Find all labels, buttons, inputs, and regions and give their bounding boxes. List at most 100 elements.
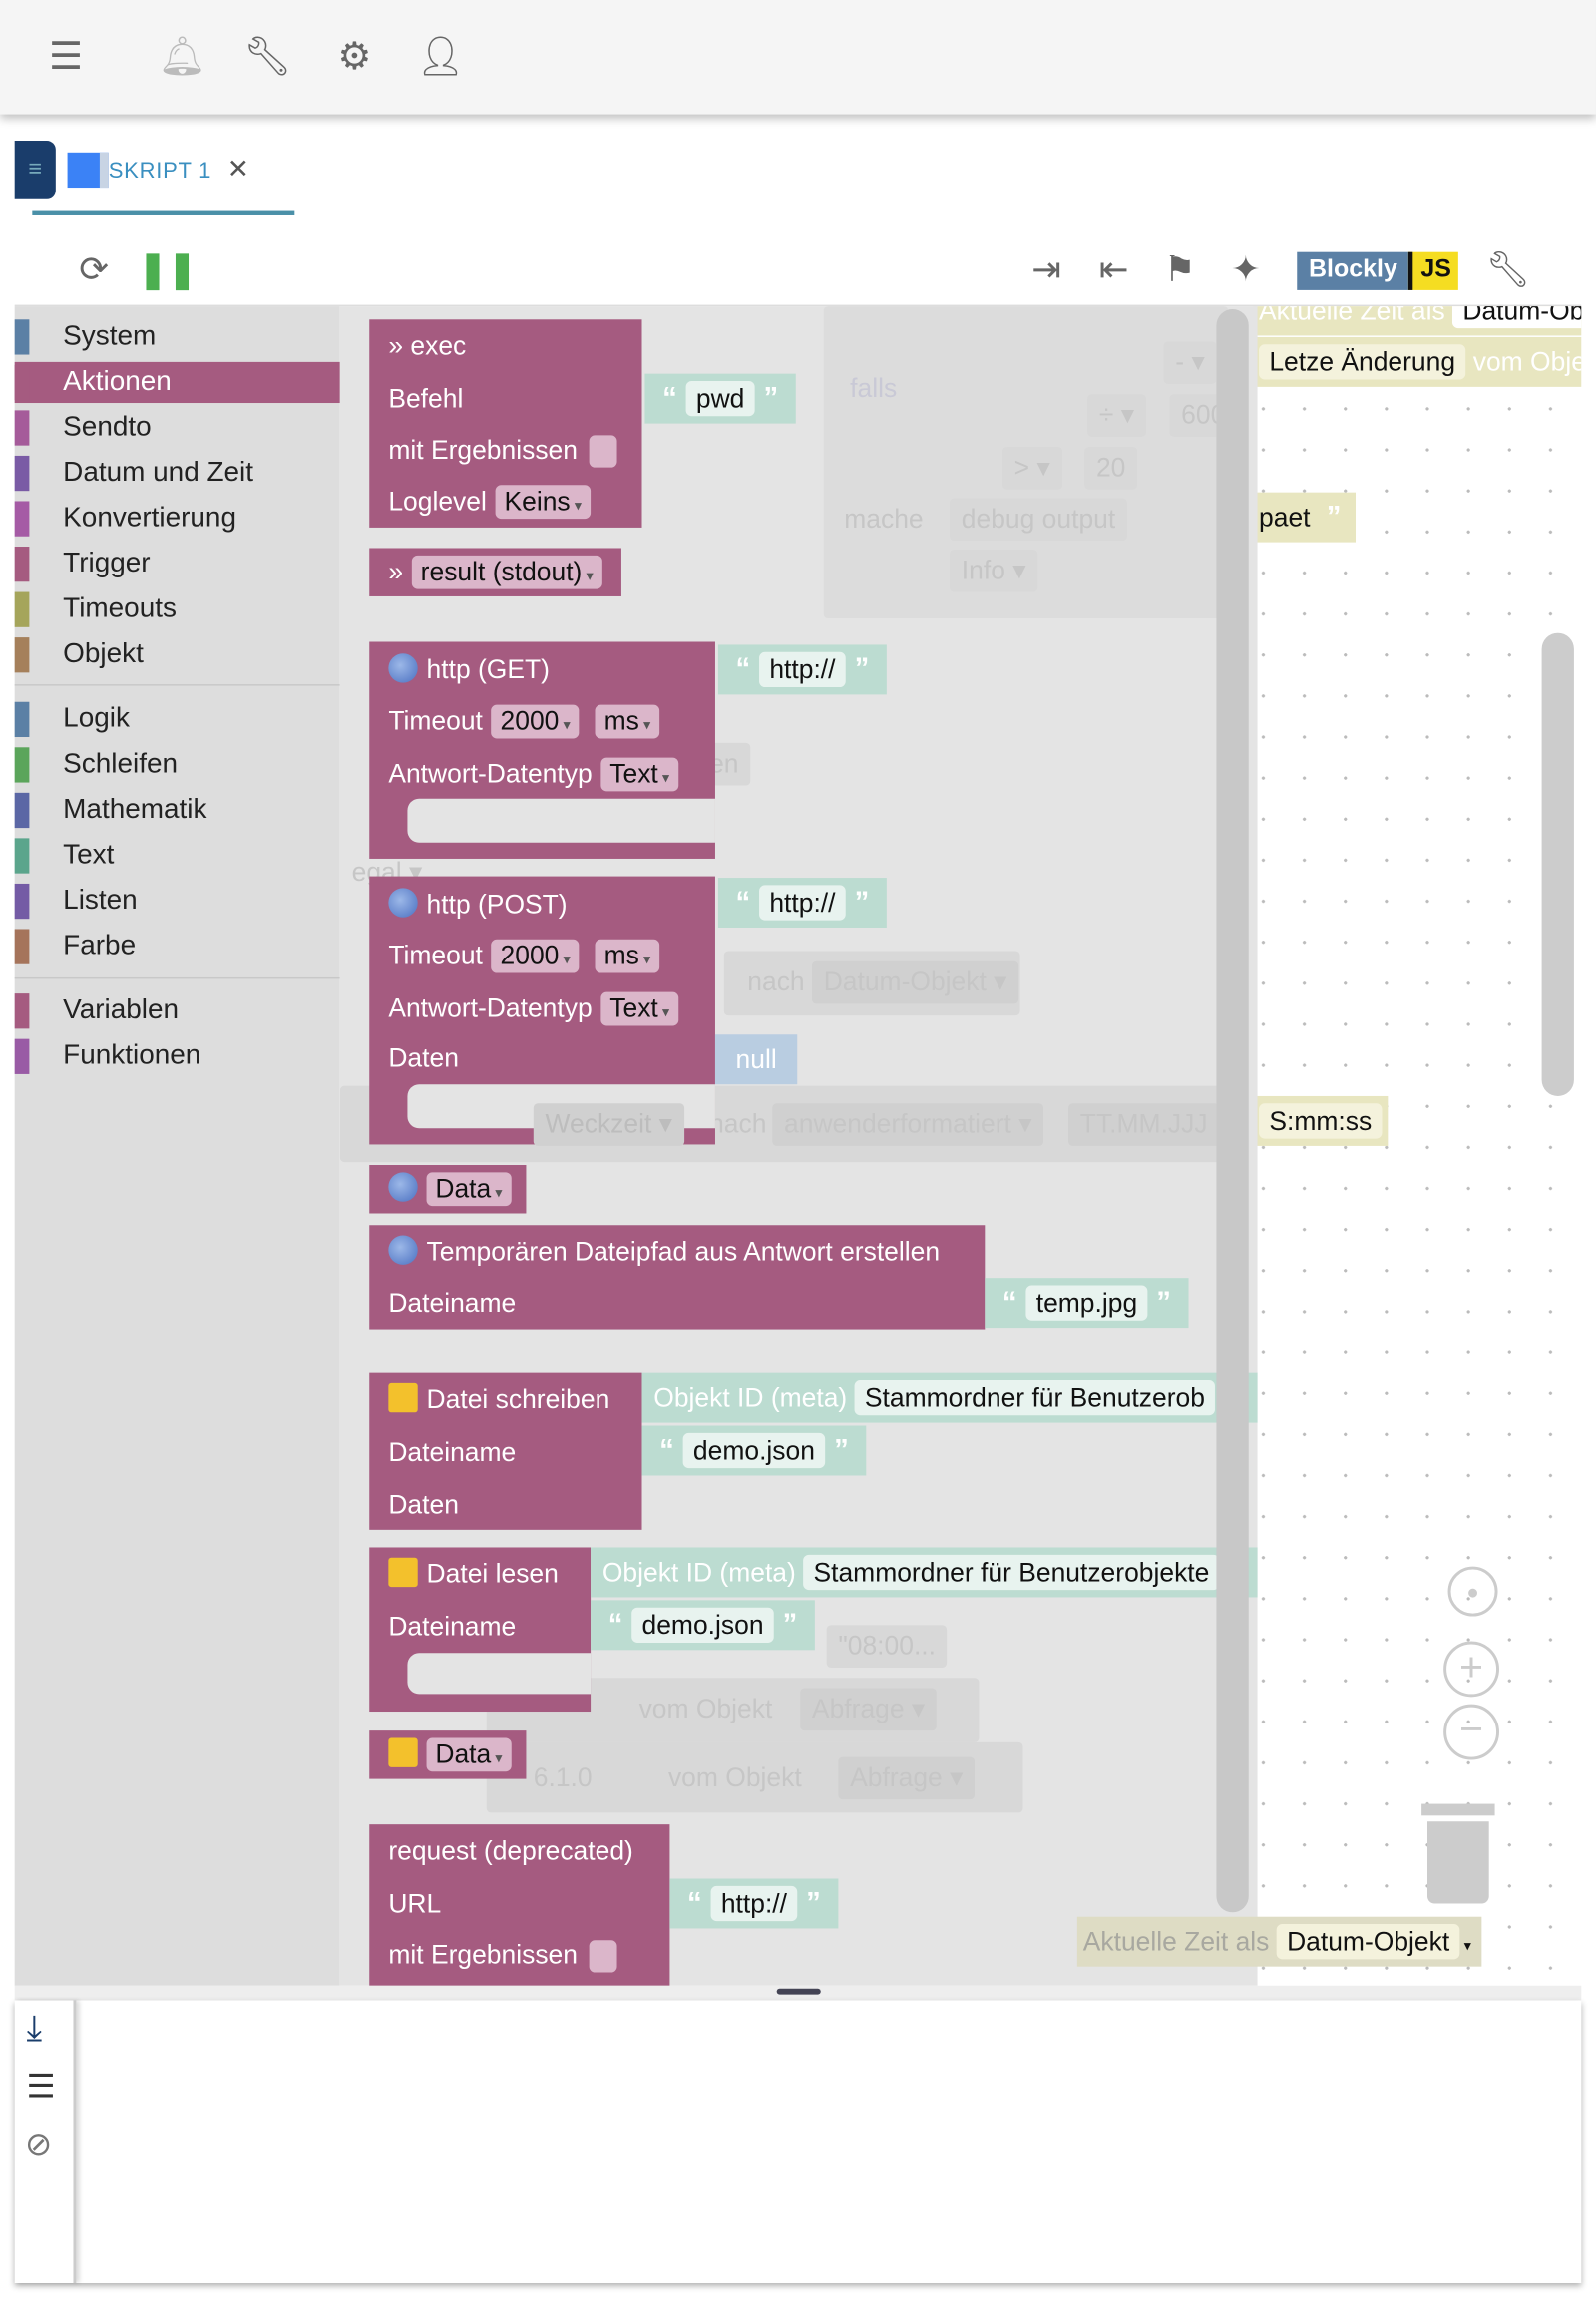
category-datum-und-zeit[interactable]: Datum und Zeit [14,453,340,494]
timeout-label: Timeout [388,941,483,970]
resize-divider[interactable] [14,1985,1582,2001]
text-block-temp[interactable]: “temp.jpg” [985,1278,1189,1329]
zoom-in-icon[interactable]: + [1443,1641,1499,1698]
tab-close-icon[interactable]: ✕ [227,154,249,185]
flag-icon[interactable]: ⚑ [1156,249,1203,293]
type-dropdown[interactable]: Text [600,757,679,792]
write-file-block[interactable]: Datei schreiben Dateiname Daten [369,1372,642,1530]
text-block-pwd[interactable]: “pwd” [644,373,796,424]
category-schleifen[interactable]: Schleifen [14,744,340,785]
export-icon[interactable]: ⇥ [1023,249,1070,293]
category-label: Listen [63,885,138,917]
object-id-block[interactable]: Objekt ID (meta) Stammordner für Benutze… [641,1372,1258,1423]
blockly-js-toggle[interactable]: Blockly JS [1297,251,1459,290]
flyout-scrollbar[interactable] [1216,309,1249,1913]
wrench-icon[interactable]: 🔧︎ [1484,249,1531,293]
category-trigger[interactable]: Trigger [14,544,340,584]
request-block[interactable]: request (deprecated) URL mit Ergebnissen [369,1824,670,1986]
object-id-block[interactable]: Objekt ID (meta) Stammordner für Benutze… [591,1547,1258,1598]
category-logik[interactable]: Logik [14,699,340,740]
category-system[interactable]: System [14,316,340,357]
field[interactable]: Datum-Objekt [1276,1924,1460,1960]
list-icon[interactable]: ☰ [26,2068,55,2106]
category-objekt[interactable]: Objekt [14,634,340,675]
category-aktionen[interactable]: Aktionen [14,361,340,404]
exec-block[interactable]: » exec Befehl mit Ergebnissen Loglevel Ke… [369,319,642,528]
category-text[interactable]: Text [14,835,340,876]
mit-ergebnissen-label: mit Ergebnissen [388,1940,578,1970]
result-prefix: » [388,557,404,586]
mit-ergebnissen-checkbox[interactable] [589,435,617,469]
script-list-toggle[interactable]: ≡ [14,141,56,199]
loglevel-dropdown[interactable]: Keins [495,485,591,520]
tab-script-label[interactable]: SKRIPT 1 [109,159,211,184]
scroll-down-icon[interactable]: ⤓ [26,2009,42,2050]
editor-toolbar: ⟳ ❚❚ ⇥ ⇤ ⚑ ✦ Blockly JS 🔧︎ [14,234,1582,307]
category-konvertierung[interactable]: Konvertierung [14,499,340,540]
mit-ergebnissen-checkbox[interactable] [589,1940,617,1973]
type-dropdown[interactable]: Text [600,991,679,1026]
category-farbe[interactable]: Farbe [14,927,340,967]
text-block-demo[interactable]: “demo.json” [641,1425,867,1476]
menu-icon[interactable]: ☰ [43,32,90,79]
temp-path-block[interactable]: Temporären Dateipfad aus Antwort erstell… [369,1225,986,1330]
trash-icon[interactable] [1427,1821,1489,1904]
category-variablen[interactable]: Variablen [14,990,340,1031]
log-panel: ⤓ ☰ ⊘ [14,2000,1582,2284]
eye-off-icon[interactable]: ⊘ [25,2126,52,2164]
objekt-field[interactable]: Stammordner für Benutzerob [854,1379,1216,1416]
read-file-block[interactable]: Datei lesen Dateiname [369,1547,592,1713]
resize-handle[interactable] [776,1988,821,1995]
workspace-scrollbar[interactable] [1541,632,1574,1096]
text-block-url[interactable]: “http://” [717,878,887,929]
category-mathematik[interactable]: Mathematik [14,790,340,831]
category-sendto[interactable]: Sendto [14,407,340,448]
category-funktionen[interactable]: Funktionen [14,1036,340,1077]
result-dropdown[interactable]: result (stdout) [411,555,602,589]
data-block-globe[interactable]: Data [369,1165,527,1214]
null-block[interactable]: null [714,1034,798,1085]
pause-icon[interactable]: ❚❚ [138,249,197,293]
import-icon[interactable]: ⇤ [1090,249,1137,293]
text-field[interactable]: pwd [685,380,755,417]
data-dropdown[interactable]: Data [426,1172,512,1207]
gear-icon[interactable]: ⚙ [331,32,378,79]
sparkle-icon[interactable]: ✦ [1222,249,1269,293]
text-block-url[interactable]: “http://” [717,644,887,695]
text-field[interactable]: http:// [759,651,846,688]
ghost-text: vom Objekt [638,1694,773,1724]
objekt-field[interactable]: Stammordner für Benutzerobjekte [803,1554,1220,1591]
unit-dropdown[interactable]: ms [595,939,660,973]
text-field[interactable]: demo.json [682,1432,826,1469]
recenter-icon[interactable]: ● [1447,1566,1498,1617]
zoom-out-icon[interactable]: − [1443,1704,1499,1760]
category-label: Sendto [63,411,152,443]
timeout-input[interactable]: 2000 [491,939,580,973]
tab-active-indicator [32,210,295,215]
text-field[interactable]: temp.jpg [1025,1285,1148,1321]
http-get-block[interactable]: http (GET) Timeout 2000 ms Antwort-Datent… [369,641,715,859]
blockly-script-icon [67,152,109,189]
category-color-bar [14,547,30,582]
timeout-input[interactable]: 2000 [491,704,580,739]
text-field[interactable]: demo.json [631,1607,774,1643]
refresh-icon[interactable]: ⟳ [71,249,118,293]
category-timeouts[interactable]: Timeouts [14,589,340,630]
field: Datum-Ob [1452,306,1582,329]
ghost-text: "08:00... [826,1625,948,1668]
ghost-text: Weckzeit ▾ [533,1103,684,1146]
text-block-demo[interactable]: “demo.json” [591,1600,815,1651]
result-block[interactable]: » result (stdout) [369,548,621,596]
text-field[interactable]: http:// [759,885,846,921]
bell-icon[interactable]: 🔔︎ [159,32,207,79]
statement-slot [407,1653,592,1695]
unit-dropdown[interactable]: ms [595,704,660,739]
text-field[interactable]: http:// [710,1885,798,1922]
data-dropdown[interactable]: Data [426,1737,512,1772]
wrench-icon[interactable]: 🔧︎ [243,32,292,79]
head-icon[interactable]: 👤︎ [416,32,465,79]
ghost-text: 6.1.0 [522,1756,604,1800]
text-block-url[interactable]: “http://” [669,1878,839,1929]
category-listen[interactable]: Listen [14,881,340,922]
data-block-folder[interactable]: Data [369,1730,527,1779]
